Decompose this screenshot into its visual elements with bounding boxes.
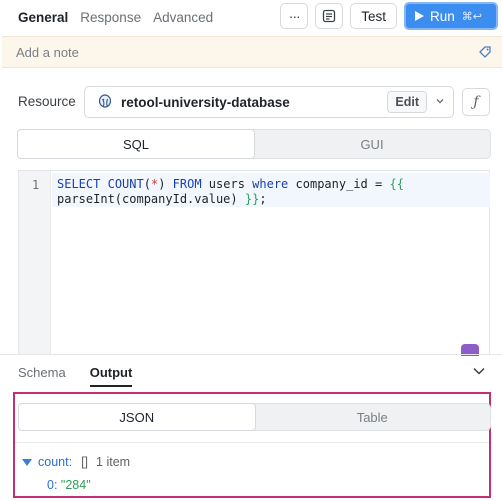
column-name: company_id xyxy=(295,177,368,191)
postgres-icon xyxy=(98,94,112,108)
tab-advanced[interactable]: Advanced xyxy=(153,10,213,25)
tab-response[interactable]: Response xyxy=(80,10,141,25)
edit-resource-button[interactable]: Edit xyxy=(387,91,427,113)
output-view-toggle: JSON Table xyxy=(18,403,491,431)
view-json[interactable]: JSON xyxy=(18,403,256,431)
run-label: Run xyxy=(430,8,455,24)
note-placeholder: Add a note xyxy=(16,44,79,60)
tab-general[interactable]: General xyxy=(18,10,68,25)
tab-output[interactable]: Output xyxy=(89,356,132,389)
kw-where: where xyxy=(252,177,289,191)
more-icon: ··· xyxy=(288,8,301,24)
query-mode-toggle: SQL GUI xyxy=(17,129,491,159)
expand-triangle-icon[interactable] xyxy=(22,458,32,466)
equals-token: = xyxy=(375,177,383,191)
note-bar[interactable]: Add a note xyxy=(2,36,502,68)
play-icon xyxy=(415,11,424,21)
line-number: 1 xyxy=(32,178,40,192)
resource-select[interactable]: retool-university-database Edit xyxy=(84,86,454,118)
header-actions: ··· Test Run ⌘↩ xyxy=(280,2,498,30)
run-button[interactable]: Run ⌘↩ xyxy=(404,2,498,30)
json-meta: [] 1 item xyxy=(81,455,130,469)
expr-argument: companyId.value xyxy=(122,192,231,206)
panel-divider xyxy=(0,354,502,355)
json-summary: 1 item xyxy=(96,455,131,469)
mode-sql[interactable]: SQL xyxy=(17,129,255,159)
expr-paren-close: ) xyxy=(230,192,238,206)
table-name: users xyxy=(208,177,245,191)
chevron-down-icon[interactable] xyxy=(472,366,486,376)
mode-gui[interactable]: GUI xyxy=(254,130,490,158)
tab-schema[interactable]: Schema xyxy=(18,356,66,389)
query-tabs: General Response Advanced xyxy=(0,2,213,32)
json-tree-root[interactable]: count: [] 1 item xyxy=(22,455,130,469)
resource-label: Resource xyxy=(18,94,76,109)
paren-close: ) xyxy=(158,177,166,191)
resource-row: Resource retool-university-database Edit… xyxy=(0,86,502,118)
template-close: }} xyxy=(244,192,260,206)
json-item-value: "284" xyxy=(60,478,91,492)
template-open: {{ xyxy=(389,177,404,191)
tag-icon[interactable] xyxy=(478,45,492,59)
semicolon: ; xyxy=(259,192,267,206)
expr-function: parseInt xyxy=(57,192,115,206)
view-table[interactable]: Table xyxy=(255,404,491,430)
sql-code: SELECT COUNT(*) FROM users where company… xyxy=(57,177,404,207)
test-button[interactable]: Test xyxy=(350,3,397,29)
output-tabs: Schema Output xyxy=(0,356,502,389)
chevron-down-icon[interactable] xyxy=(435,96,445,106)
kw-select: SELECT xyxy=(57,177,101,191)
json-tree-item: 0: "284" xyxy=(47,478,91,492)
editor-gutter: 1 xyxy=(19,171,51,355)
output-separator xyxy=(15,442,489,443)
document-icon xyxy=(323,9,336,23)
query-header: General Response Advanced ··· Test Run ⌘… xyxy=(0,0,502,34)
more-button[interactable]: ··· xyxy=(280,3,309,29)
paren-open: ( xyxy=(143,177,151,191)
json-key: count: xyxy=(38,455,73,469)
kw-from: FROM xyxy=(172,177,202,191)
function-button[interactable]: ƒ xyxy=(462,88,490,116)
resource-name: retool-university-database xyxy=(121,94,290,110)
sql-editor[interactable]: 1 SELECT COUNT(*) FROM users where compa… xyxy=(18,170,490,356)
expr-paren-open: ( xyxy=(114,192,123,206)
fn-count: COUNT xyxy=(107,177,144,191)
json-bracket: [] xyxy=(81,455,89,469)
run-shortcut: ⌘↩ xyxy=(461,10,482,23)
notes-button[interactable] xyxy=(315,3,344,29)
json-item-index: 0: xyxy=(47,478,58,492)
